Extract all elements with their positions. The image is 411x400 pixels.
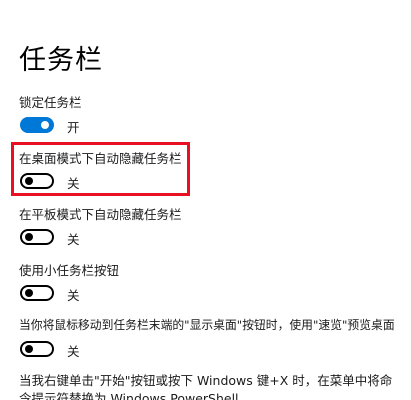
small-buttons-label: 使用小任务栏按钮 [19, 263, 120, 278]
auto-hide-tablet-state: 关 [67, 232, 80, 247]
toggle-knob [25, 289, 33, 297]
lock-taskbar-state: 开 [67, 120, 80, 135]
peek-toggle[interactable] [20, 341, 54, 357]
lock-taskbar-toggle[interactable] [20, 117, 54, 133]
small-buttons-toggle[interactable] [20, 285, 54, 301]
toggle-knob [25, 233, 33, 241]
powershell-label: 当我右键单击"开始"按钮或按下 Windows 键+X 时，在菜单中将命令提示符… [19, 373, 393, 400]
taskbar-settings-page: 任务栏 锁定任务栏 开 在桌面模式下自动隐藏任务栏 关 在平板模式下自动隐藏任务… [0, 0, 411, 400]
peek-state: 关 [67, 344, 80, 359]
toggle-knob [25, 345, 33, 353]
auto-hide-tablet-toggle[interactable] [20, 229, 54, 245]
auto-hide-tablet-label: 在平板模式下自动隐藏任务栏 [19, 207, 182, 222]
toggle-knob [25, 177, 33, 185]
lock-taskbar-label: 锁定任务栏 [19, 95, 82, 110]
auto-hide-desktop-label: 在桌面模式下自动隐藏任务栏 [19, 151, 182, 166]
auto-hide-desktop-toggle[interactable] [20, 173, 54, 189]
small-buttons-state: 关 [67, 288, 80, 303]
auto-hide-desktop-state: 关 [67, 176, 80, 191]
toggle-knob [41, 121, 49, 129]
page-title: 任务栏 [19, 45, 103, 76]
peek-label: 当你将鼠标移动到任务栏末端的"显示桌面"按钮时，使用"速览"预览桌面 [19, 318, 395, 332]
